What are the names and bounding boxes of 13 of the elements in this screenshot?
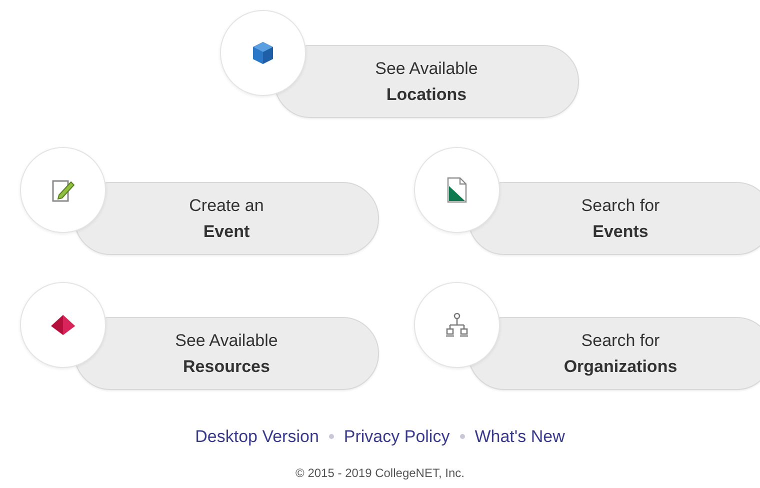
footer-link[interactable]: Desktop Version — [195, 424, 319, 450]
document-icon — [447, 177, 467, 203]
pyramid-icon — [50, 314, 76, 336]
footer-link[interactable]: What's New — [474, 424, 565, 450]
footer-link[interactable]: Privacy Policy — [344, 424, 450, 450]
tile-button[interactable]: Search for Events — [468, 182, 760, 255]
cube-icon — [252, 41, 274, 65]
tile-button[interactable]: See Available Resources — [74, 317, 379, 390]
tile-button[interactable]: Create an Event — [74, 182, 379, 255]
tile-button[interactable]: Search for Organizations — [468, 317, 760, 390]
tile-button[interactable]: See Available Locations — [274, 45, 579, 118]
org-chart-icon — [445, 312, 469, 338]
copyright-text: © 2015 - 2019 CollegeNET, Inc. — [296, 464, 464, 482]
